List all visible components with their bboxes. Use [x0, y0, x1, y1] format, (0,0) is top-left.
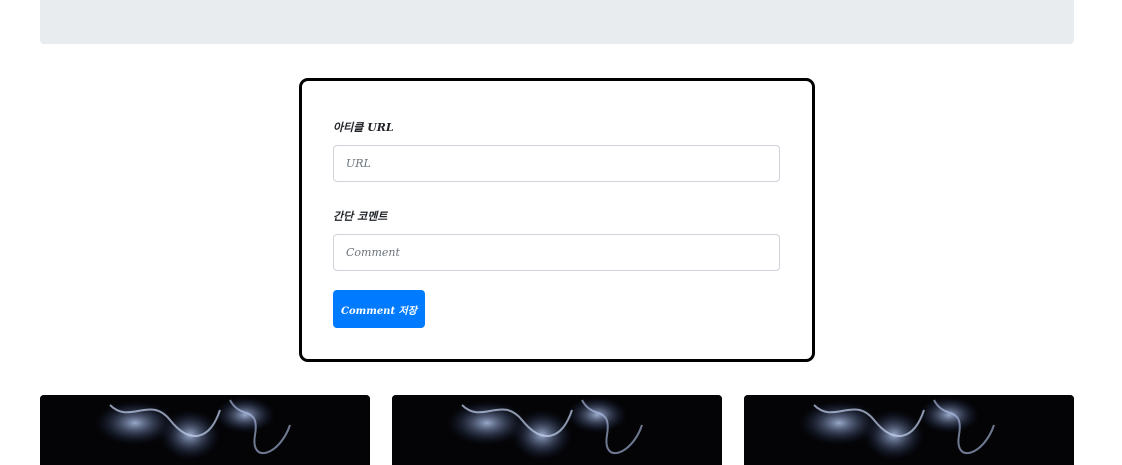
smoke-image — [744, 395, 1074, 465]
smoke-image — [40, 395, 370, 465]
comment-label: 간단 코멘트 — [333, 210, 388, 223]
comment-input[interactable] — [333, 234, 780, 271]
jumbotron-banner — [40, 0, 1074, 44]
card-image[interactable] — [392, 395, 722, 465]
post-box: 아티클 URL 간단 코멘트 Comment 저장 — [299, 78, 815, 362]
smoke-image — [392, 395, 722, 465]
card-image[interactable] — [40, 395, 370, 465]
url-label: 아티클 URL — [333, 121, 394, 134]
url-input[interactable] — [333, 145, 780, 182]
comment-save-button[interactable]: Comment 저장 — [333, 290, 425, 328]
card-image[interactable] — [744, 395, 1074, 465]
